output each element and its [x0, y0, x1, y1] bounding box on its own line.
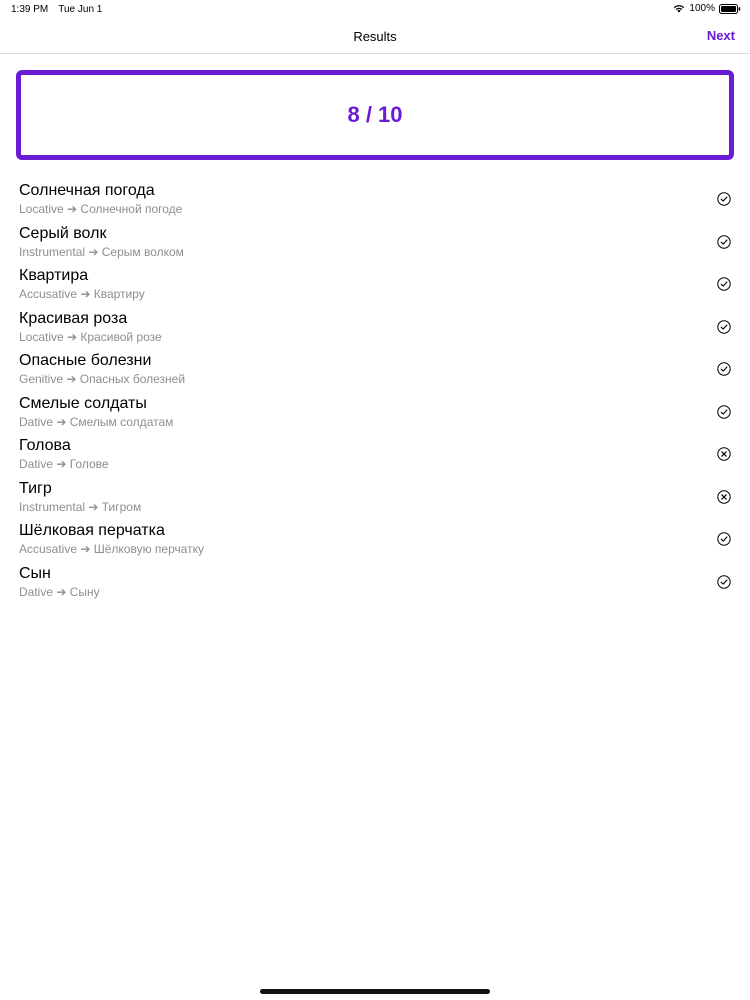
result-word: Сын	[19, 564, 51, 582]
result-row: Сын Dative ➔ Сыну	[0, 565, 750, 608]
score-card: 8 / 10	[16, 70, 734, 160]
score-text: 8 / 10	[347, 102, 403, 127]
result-row: Солнечная погода Locative ➔ Солнечной по…	[0, 182, 750, 225]
result-word: Опасные болезни	[19, 352, 152, 369]
check-circle-icon	[717, 234, 731, 249]
check-circle-icon	[717, 532, 731, 546]
result-detail: Instrumental ➔ Серым волком	[19, 244, 184, 259]
result-detail: Dative ➔ Голове	[19, 457, 109, 471]
result-detail: Dative ➔ Сыну	[19, 584, 100, 599]
result-word: Тигр	[19, 479, 52, 497]
wifi-icon	[673, 4, 685, 13]
result-detail: Locative ➔ Красивой розе	[19, 329, 162, 344]
status-time: 1:39 PM	[11, 4, 49, 15]
home-indicator[interactable]	[260, 989, 490, 994]
result-word: Голова	[19, 437, 71, 454]
check-circle-icon	[717, 319, 731, 334]
next-button[interactable]: Next	[707, 28, 735, 43]
page-title: Results	[353, 29, 397, 44]
battery-percent: 100%	[689, 3, 715, 14]
result-row: Серый волк Instrumental ➔ Серым волком	[0, 225, 750, 268]
result-detail: Genitive ➔ Опасных болезней	[19, 372, 186, 386]
status-right: 100%	[673, 3, 741, 14]
check-circle-icon	[717, 192, 731, 206]
result-detail: Accusative ➔ Квартиру	[19, 287, 145, 301]
navigation-bar: Results Next	[0, 18, 750, 54]
result-row: Смелые солдаты Dative ➔ Смелым солдатам	[0, 395, 750, 438]
x-circle-icon	[717, 447, 731, 461]
result-word: Солнечная погода	[19, 182, 155, 199]
result-row: Голова Dative ➔ Голове	[0, 437, 750, 480]
result-word: Шёлковая перчатка	[19, 522, 165, 539]
results-screen: 1:39 PM Tue Jun 1 100% Results Next 8 / …	[0, 0, 750, 1000]
check-circle-icon	[717, 362, 731, 376]
result-detail: Instrumental ➔ Тигром	[19, 499, 142, 514]
result-detail: Locative ➔ Солнечной погоде	[19, 202, 183, 216]
status-bar: 1:39 PM Tue Jun 1 100%	[0, 0, 750, 18]
result-row: Шёлковая перчатка Accusative ➔ Шёлковую …	[0, 522, 750, 565]
result-word: Квартира	[19, 267, 89, 284]
result-row: Опасные болезни Genitive ➔ Опасных болез…	[0, 352, 750, 395]
result-row: Квартира Accusative ➔ Квартиру	[0, 267, 750, 310]
check-circle-icon	[717, 404, 731, 419]
result-detail: Dative ➔ Смелым солдатам	[19, 414, 174, 429]
status-left: 1:39 PM Tue Jun 1	[11, 4, 102, 15]
result-detail: Accusative ➔ Шёлковую перчатку	[19, 542, 205, 556]
result-word: Смелые солдаты	[19, 394, 147, 412]
status-date: Tue Jun 1	[58, 4, 103, 15]
check-circle-icon	[717, 574, 731, 589]
x-circle-icon	[717, 489, 731, 504]
result-word: Красивая роза	[19, 309, 128, 327]
results-list: Солнечная погода Locative ➔ Солнечной по…	[0, 182, 750, 607]
result-row: Тигр Instrumental ➔ Тигром	[0, 480, 750, 523]
battery-icon	[719, 3, 741, 14]
check-circle-icon	[717, 277, 731, 291]
result-row: Красивая роза Locative ➔ Красивой розе	[0, 310, 750, 353]
result-word: Серый волк	[19, 224, 107, 242]
